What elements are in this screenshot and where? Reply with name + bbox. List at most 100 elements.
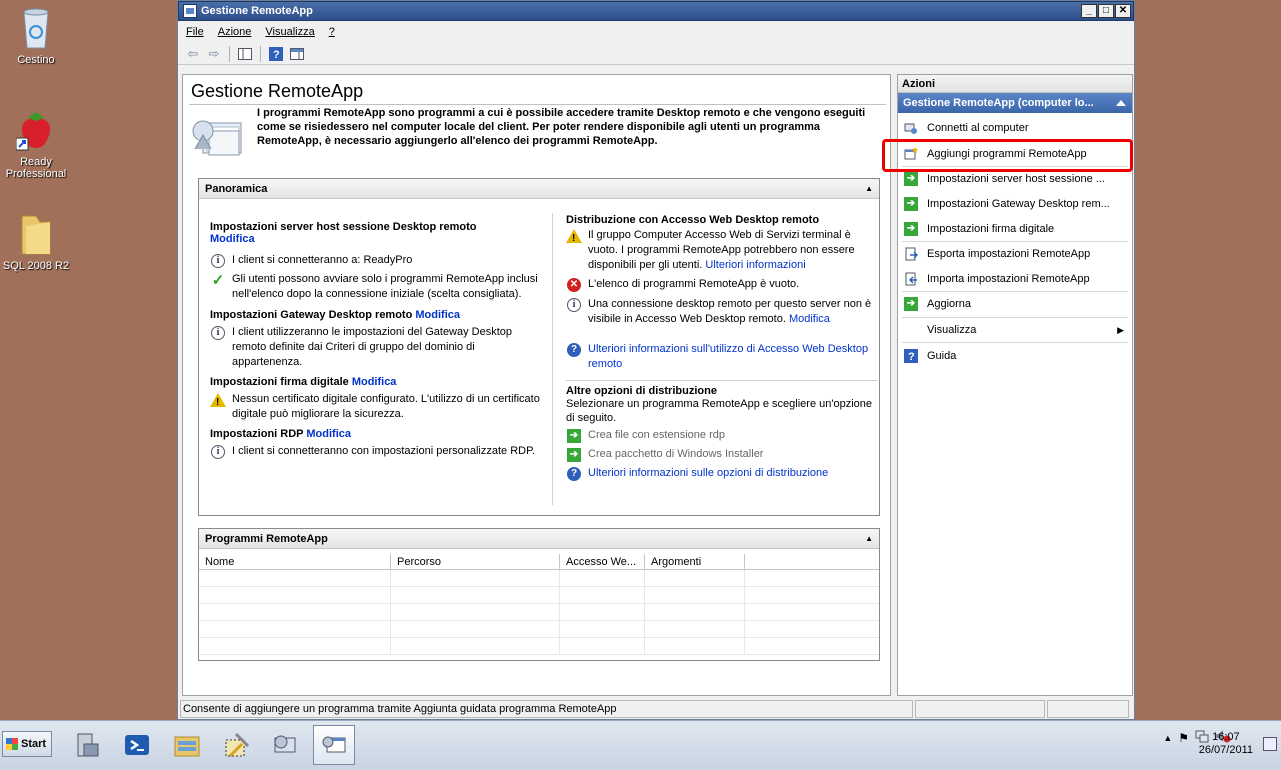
- web-more-info-link[interactable]: Ulteriori informazioni sull'utilizzo di …: [588, 342, 878, 372]
- menu-azione[interactable]: Azione: [218, 26, 252, 38]
- web-access-heading: Distribuzione con Accesso Web Desktop re…: [566, 214, 820, 226]
- other-options-desc: Selezionare un programma RemoteApp e sce…: [566, 398, 873, 424]
- maximize-button[interactable]: □: [1098, 4, 1114, 18]
- web-modify-link[interactable]: Modifica: [789, 313, 830, 325]
- menu-visualizza[interactable]: Visualizza: [265, 26, 314, 38]
- column-header-nome[interactable]: Nome: [199, 554, 391, 569]
- action-signature-settings[interactable]: ➔ Impostazioni firma digitale: [898, 216, 1132, 241]
- action-connect-computer[interactable]: Connetti al computer: [898, 116, 1132, 141]
- actions-title: Azioni: [898, 75, 1132, 93]
- action-gateway-settings[interactable]: ➔ Impostazioni Gateway Desktop rem...: [898, 192, 1132, 217]
- start-button[interactable]: Start: [2, 731, 52, 757]
- title-bar[interactable]: Gestione RemoteApp _ □ ✕: [178, 1, 1134, 21]
- taskbar-powershell[interactable]: [116, 725, 158, 765]
- desktop-icon-label: Ready Professional: [5, 156, 67, 180]
- green-arrow-icon: ➔: [904, 172, 918, 187]
- desktop-icon-recycle-bin[interactable]: Cestino: [0, 6, 76, 66]
- create-msi-action[interactable]: Crea pacchetto di Windows Installer: [588, 447, 763, 462]
- taskbar-remoteapp-manager[interactable]: [313, 725, 355, 765]
- remote-desktop-icon: [274, 735, 296, 753]
- desktop-icon-label: Cestino: [17, 54, 55, 66]
- clock-time: 16:07: [1212, 731, 1240, 743]
- taskbar-explorer[interactable]: [166, 725, 208, 765]
- other-options-heading: Altre opzioni di distribuzione: [566, 385, 717, 397]
- overview-panel: Panoramica ▲ Impostazioni server host ses…: [198, 178, 880, 516]
- show-action-pane-icon[interactable]: [288, 46, 306, 62]
- window-controls: _ □ ✕: [1081, 4, 1131, 18]
- green-arrow-icon: ➔: [904, 221, 918, 236]
- actions-section-header[interactable]: Gestione RemoteApp (computer lo...: [898, 93, 1132, 113]
- action-help[interactable]: ? Guida: [898, 343, 1132, 368]
- rdp-modify-link[interactable]: Modifica: [306, 428, 351, 440]
- collapse-icon[interactable]: ▲: [865, 179, 873, 199]
- minimize-button[interactable]: _: [1081, 4, 1097, 18]
- taskbar-tools[interactable]: [216, 725, 258, 765]
- window-title: Gestione RemoteApp: [201, 5, 313, 17]
- signature-settings-heading: Impostazioni firma digitale Modifica: [210, 376, 397, 388]
- table-row: [199, 604, 879, 621]
- menu-help[interactable]: ?: [329, 26, 335, 38]
- clock-date: 26/07/2011: [1198, 744, 1253, 756]
- column-header-argomenti[interactable]: Argomenti: [645, 554, 745, 569]
- more-info-link[interactable]: Ulteriori informazioni: [705, 259, 805, 271]
- table-row: [199, 570, 879, 587]
- green-arrow-icon: ➔: [904, 197, 918, 212]
- taskbar: Start ▲ ⚑ 16:07 26/07/2011: [0, 720, 1281, 770]
- help-toolbar-icon[interactable]: ?: [267, 46, 285, 62]
- checkmark-icon: ✓: [211, 271, 225, 289]
- submenu-arrow-icon: ▶: [1117, 324, 1124, 335]
- table-header: Nome Percorso Accesso We... Argomenti: [199, 554, 879, 570]
- table-row: [199, 621, 879, 638]
- help-question-icon: ?: [567, 467, 581, 481]
- show-hide-tree-icon[interactable]: [236, 46, 254, 62]
- show-desktop-button[interactable]: [1263, 737, 1277, 751]
- overview-right-column: Distribuzione con Accesso Web Desktop re…: [566, 214, 878, 482]
- status-bar: Consente di aggiungere un programma tram…: [180, 700, 1132, 718]
- remoteapp-manager-window: Gestione RemoteApp _ □ ✕ File Azione Vis…: [177, 0, 1135, 720]
- signature-warning-row: Nessun certificato digitale configurato.…: [210, 392, 540, 422]
- back-arrow-icon[interactable]: ⇦: [184, 46, 202, 62]
- menu-file[interactable]: File: [186, 26, 204, 38]
- overview-title: Panoramica: [205, 183, 268, 195]
- forward-arrow-icon[interactable]: ⇨: [205, 46, 223, 62]
- taskbar-server-manager[interactable]: [66, 725, 108, 765]
- column-divider: [552, 213, 553, 505]
- table-row: [199, 587, 879, 604]
- desktop-icon-ready-professional[interactable]: Ready Professional: [0, 108, 76, 180]
- action-view[interactable]: Visualizza ▶: [898, 318, 1132, 343]
- overview-header[interactable]: Panoramica ▲: [199, 179, 879, 199]
- svg-text:?: ?: [908, 351, 915, 363]
- gateway-modify-link[interactable]: Modifica: [415, 309, 460, 321]
- info-icon: i: [211, 326, 225, 340]
- action-refresh[interactable]: ➔ Aggiorna: [898, 292, 1132, 317]
- toolbar: ⇦ ⇨ ?: [178, 43, 1134, 65]
- overview-left-column: Impostazioni server host sessione Deskto…: [210, 221, 540, 460]
- column-header-percorso[interactable]: Percorso: [391, 554, 560, 569]
- highlight-annotation: [882, 139, 1133, 172]
- center-pane: Gestione RemoteApp I programmi RemoteApp…: [182, 74, 891, 696]
- gateway-info-row: iI client utilizzeranno le impostazioni …: [210, 325, 540, 370]
- action-import-settings[interactable]: Importa impostazioni RemoteApp: [898, 267, 1132, 292]
- info-icon: i: [211, 445, 225, 459]
- distribution-more-info-link[interactable]: Ulteriori informazioni sulle opzioni di …: [588, 466, 828, 481]
- programs-header[interactable]: Programmi RemoteApp ▲: [199, 529, 879, 549]
- column-header-accesso-web[interactable]: Accesso We...: [560, 554, 645, 569]
- show-hidden-icons-button[interactable]: ▲: [1163, 733, 1172, 743]
- taskbar-remote-desktop[interactable]: [264, 725, 306, 765]
- signature-modify-link[interactable]: Modifica: [352, 376, 397, 388]
- create-rdp-action[interactable]: Crea file con estensione rdp: [588, 428, 725, 443]
- status-text: Consente di aggiungere un programma tram…: [180, 700, 913, 718]
- desktop-icon-sql-folder[interactable]: SQL 2008 R2: [0, 212, 76, 272]
- collapse-icon[interactable]: ▲: [865, 529, 873, 549]
- close-button[interactable]: ✕: [1115, 4, 1131, 18]
- rdsh-modify-link[interactable]: Modifica: [210, 233, 540, 245]
- programs-panel: Programmi RemoteApp ▲ Nome Percorso Acces…: [198, 528, 880, 661]
- tools-icon: [225, 732, 250, 758]
- create-msi-row: ➔ Crea pacchetto di Windows Installer: [566, 447, 878, 463]
- clock[interactable]: 16:07 26/07/2011: [1199, 731, 1253, 757]
- help-icon: ?: [904, 348, 918, 363]
- rdp-settings-heading: Impostazioni RDP Modifica: [210, 428, 351, 440]
- table-row: [199, 638, 879, 655]
- action-center-flag-icon[interactable]: ⚑: [1178, 731, 1189, 745]
- action-export-settings[interactable]: Esporta impostazioni RemoteApp: [898, 242, 1132, 267]
